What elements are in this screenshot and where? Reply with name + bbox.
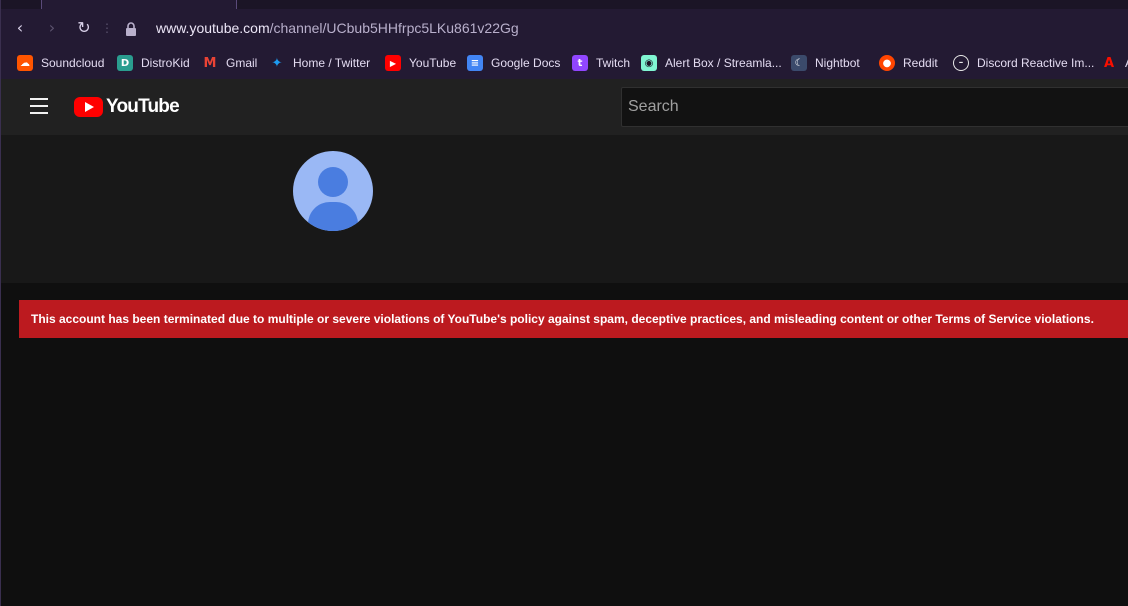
- bookmark-adobe[interactable]: A A: [1101, 53, 1128, 73]
- bookmark-youtube[interactable]: ▶ YouTube: [385, 53, 456, 73]
- bookmark-label: Gmail: [226, 56, 258, 70]
- reload-icon[interactable]: ↻: [75, 19, 93, 37]
- separator-dots-icon: ⋮: [101, 21, 113, 35]
- url-host: www.youtube.com: [156, 20, 270, 36]
- youtube-logo[interactable]: YouTube: [74, 96, 180, 118]
- bookmark-label: Nightbot: [815, 56, 860, 70]
- gmail-icon: M: [203, 55, 217, 71]
- termination-alert: This account has been terminated due to …: [19, 300, 1128, 338]
- bookmark-label: Twitch: [596, 56, 631, 70]
- bookmark-label: Soundcloud: [41, 56, 105, 70]
- bookmark-label: Reddit: [903, 56, 938, 70]
- distrokid-icon: D: [117, 55, 133, 71]
- bookmark-distrokid[interactable]: D DistroKid: [117, 53, 190, 73]
- bookmark-label: Alert Box / Streamla...: [665, 56, 782, 70]
- bookmark-gmail[interactable]: M Gmail: [202, 53, 258, 73]
- bookmark-google-docs[interactable]: ≡ Google Docs: [467, 53, 560, 73]
- discord-reactive-icon: –: [953, 55, 969, 71]
- bookmark-soundcloud[interactable]: ☁ Soundcloud: [17, 53, 104, 73]
- bookmark-label: Home / Twitter: [293, 56, 371, 70]
- bookmark-label: YouTube: [409, 56, 457, 70]
- youtube-logo-text: YouTube: [106, 96, 180, 117]
- active-tab[interactable]: [41, 0, 237, 9]
- bookmark-reddit[interactable]: ● Reddit: [879, 53, 938, 73]
- soundcloud-icon: ☁: [17, 55, 33, 71]
- forward-arrow-icon[interactable]: ›: [43, 19, 61, 37]
- browser-window: ‹ › ↻ ⋮ www.youtube.com/channel/UCbub5HH…: [0, 0, 1128, 606]
- back-arrow-icon[interactable]: ‹: [11, 19, 29, 37]
- google-docs-icon: ≡: [467, 55, 483, 71]
- lock-icon[interactable]: [125, 22, 137, 36]
- bookmark-discord-reactive[interactable]: – Discord Reactive Im...: [953, 53, 1094, 73]
- search-input[interactable]: [621, 87, 1128, 127]
- bookmark-twitter[interactable]: ✦ Home / Twitter: [269, 53, 371, 73]
- bookmark-label: Google Docs: [491, 56, 561, 70]
- youtube-play-icon: [74, 97, 103, 117]
- bookmark-twitch[interactable]: t Twitch: [572, 53, 630, 73]
- bookmarks-bar: ☁ Soundcloud D DistroKid M Gmail ✦ Home …: [1, 47, 1128, 79]
- adobe-icon: A: [1103, 55, 1115, 71]
- bookmark-nightbot[interactable]: ☾ Nightbot: [791, 53, 860, 73]
- twitter-icon: ✦: [271, 55, 283, 71]
- tab-strip: [1, 0, 1128, 9]
- twitch-icon: t: [572, 55, 588, 71]
- bookmark-label: DistroKid: [141, 56, 190, 70]
- bookmark-label: Discord Reactive Im...: [977, 56, 1095, 70]
- youtube-header: YouTube: [1, 79, 1128, 135]
- reddit-icon: ●: [879, 55, 895, 71]
- streamlabs-icon: ◉: [641, 55, 657, 71]
- address-bar[interactable]: www.youtube.com/channel/UCbub5HHfrpc5LKu…: [156, 19, 519, 37]
- bookmark-streamlabs[interactable]: ◉ Alert Box / Streamla...: [641, 53, 782, 73]
- browser-toolbar: ‹ › ↻ ⋮ www.youtube.com/channel/UCbub5HH…: [1, 9, 1128, 47]
- channel-header: [1, 135, 1128, 283]
- default-avatar-icon: [293, 151, 373, 231]
- youtube-icon: ▶: [385, 55, 401, 71]
- nightbot-icon: ☾: [791, 55, 807, 71]
- menu-icon[interactable]: [30, 98, 48, 114]
- url-path: /channel/UCbub5HHfrpc5LKu861v22Gg: [269, 20, 519, 36]
